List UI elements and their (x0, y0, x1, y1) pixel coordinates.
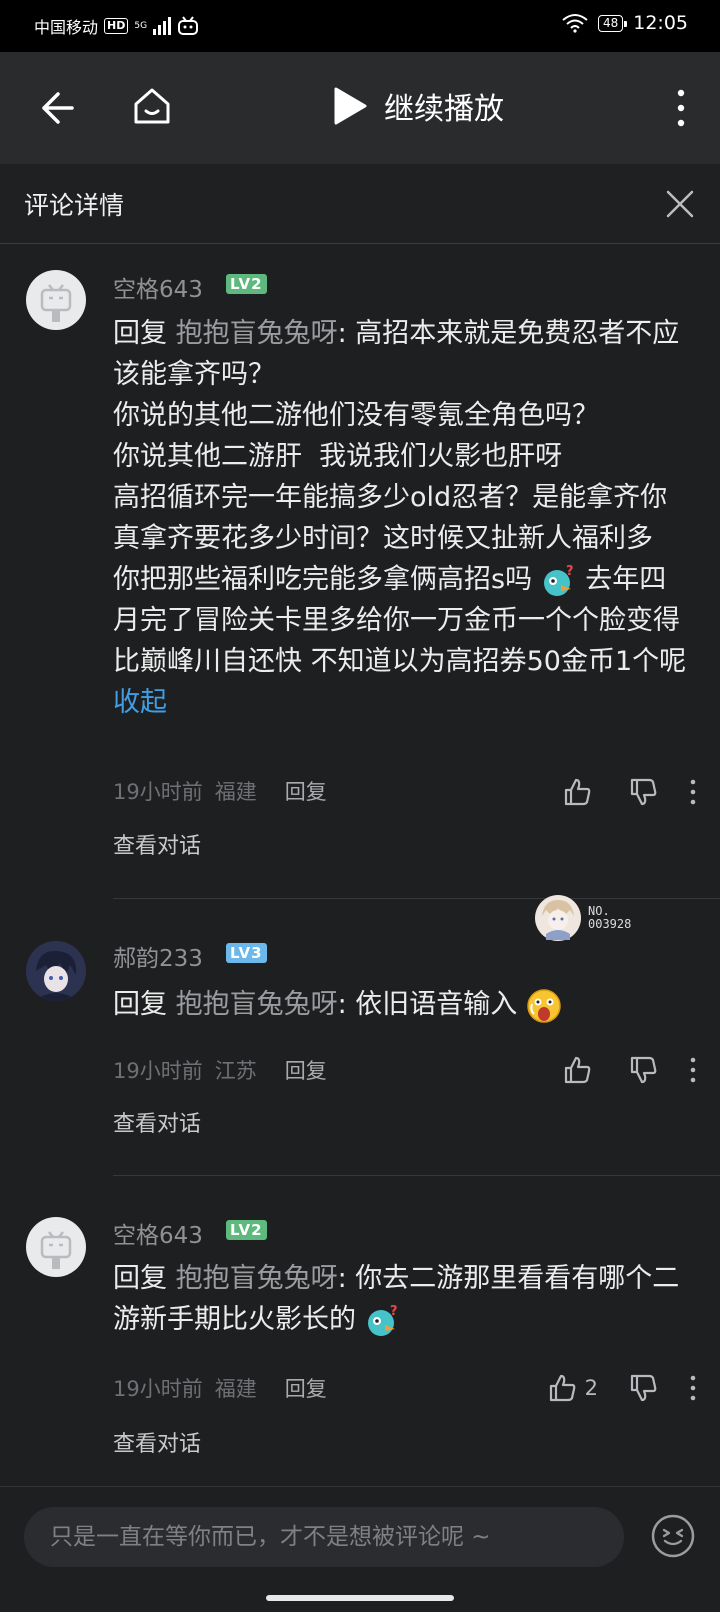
avatar[interactable] (26, 270, 86, 330)
reply-to-user[interactable]: 抱抱盲兔兔呀 (176, 318, 338, 349)
thumbs-down-icon[interactable] (628, 1373, 658, 1403)
signal-icon (153, 17, 172, 35)
resume-playback-button[interactable]: 继续播放 (332, 84, 504, 128)
reply-prefix: 回复 (113, 989, 167, 1020)
home-icon[interactable] (130, 84, 174, 128)
comment-input[interactable]: 只是一直在等你而已，才不是想被评论呢 ~ (24, 1507, 624, 1567)
anime-avatar-icon (26, 941, 86, 1001)
view-conversation-link[interactable]: 查看对话 (113, 828, 201, 860)
play-icon (334, 87, 367, 125)
more-vertical-icon[interactable] (674, 88, 688, 128)
gesture-home-bar[interactable] (266, 1595, 454, 1601)
view-conversation-link[interactable]: 查看对话 (113, 1426, 201, 1458)
thumbs-up-icon[interactable] (562, 777, 592, 807)
comment-actions (562, 1055, 698, 1085)
wifi-icon (562, 14, 588, 33)
comment-meta: 19小时前 福建 回复 (113, 776, 327, 806)
fan-badge[interactable]: NO. 003928 (534, 894, 631, 942)
top-bar: 继续播放 (0, 52, 720, 164)
more-vertical-icon[interactable] (688, 1373, 698, 1403)
comment-detail-header: 评论详情 (0, 164, 720, 244)
comment-meta: 19小时前 福建 回复 (113, 1373, 327, 1403)
comment-actions (562, 777, 698, 807)
comment-actions: 2 (547, 1373, 698, 1403)
status-bar: 中国移动 HD 5G 48 12:05 (0, 0, 720, 52)
divider (113, 1175, 720, 1176)
thumbs-up-icon[interactable] (547, 1373, 577, 1403)
battery-icon: 48 (597, 14, 628, 32)
reply-button[interactable]: 回复 (285, 1373, 327, 1403)
svg-text:?: ? (390, 1304, 398, 1319)
comment-text: 回复 抱抱盲兔兔呀: 依旧语音输入 (113, 984, 693, 1025)
app-notification-icon (178, 16, 199, 35)
comment-meta: 19小时前 江苏 回复 (113, 1055, 327, 1085)
comment-text: 回复 抱抱盲兔兔呀: 高招本来就是免费忍者不应该能拿齐吗？ 你说的其他二游他们没… (113, 313, 693, 723)
level-badge: LV2 (226, 1220, 267, 1240)
svg-text:?: ? (566, 564, 574, 579)
comment-text-part: : 高招本来就是免费忍者不应该能拿齐吗？ 你说的其他二游他们没有零氪全角色吗？ … (113, 318, 680, 595)
reply-button[interactable]: 回复 (285, 776, 327, 806)
level-badge: LV3 (226, 943, 267, 963)
emoji-picker-icon[interactable] (650, 1513, 696, 1559)
network-label: 5G (134, 21, 148, 31)
default-avatar-icon (40, 284, 72, 322)
view-conversation-link[interactable]: 查看对话 (113, 1106, 201, 1138)
collapse-link[interactable]: 收起 (113, 687, 167, 718)
clock: 12:05 (633, 12, 688, 34)
comment-time: 19小时前 (113, 780, 203, 804)
comment-text-part: : 依旧语音输入 (337, 989, 518, 1020)
avatar[interactable] (26, 941, 86, 1001)
comment-location: 福建 (214, 780, 257, 804)
carrier-label: 中国移动 (34, 18, 99, 37)
resume-label: 继续播放 (384, 92, 504, 127)
bird-question-emoji-icon: ? (367, 1304, 398, 1336)
reply-to-user[interactable]: 抱抱盲兔兔呀 (176, 1263, 338, 1294)
username[interactable]: 空格643 (113, 270, 203, 304)
username[interactable]: 郝韵233 (113, 939, 203, 973)
thumbs-down-icon[interactable] (628, 777, 658, 807)
more-vertical-icon[interactable] (688, 1055, 698, 1085)
reply-button[interactable]: 回复 (285, 1055, 327, 1085)
comment-location: 福建 (214, 1377, 257, 1401)
shocked-face-emoji-icon (527, 988, 561, 1023)
page-title: 评论详情 (24, 191, 125, 220)
comment-time: 19小时前 (113, 1059, 203, 1083)
reply-prefix: 回复 (113, 318, 167, 349)
avatar[interactable] (26, 1217, 86, 1277)
close-icon[interactable] (660, 184, 700, 224)
thumbs-down-icon[interactable] (628, 1055, 658, 1085)
comment-input-bar: 只是一直在等你而已，才不是想被评论呢 ~ (0, 1486, 720, 1612)
like-count: 2 (584, 1376, 598, 1400)
reply-prefix: 回复 (113, 1263, 167, 1294)
more-vertical-icon[interactable] (688, 777, 698, 807)
comment-time: 19小时前 (113, 1377, 203, 1401)
default-avatar-icon (40, 1231, 72, 1269)
fan-badge-avatar-icon (535, 895, 581, 941)
username[interactable]: 空格643 (113, 1216, 203, 1250)
hd-icon: HD (104, 18, 129, 34)
reply-to-user[interactable]: 抱抱盲兔兔呀 (176, 989, 338, 1020)
level-badge: LV2 (226, 274, 267, 294)
back-arrow-icon[interactable] (36, 88, 76, 128)
fan-badge-number: NO. 003928 (588, 904, 632, 931)
comment-location: 江苏 (214, 1059, 257, 1083)
comment-text: 回复 抱抱盲兔兔呀: 你去二游那里看看有哪个二游新手期比火影长的 ? (113, 1258, 693, 1340)
bird-question-emoji-icon: ? (543, 564, 574, 596)
thumbs-up-icon[interactable] (562, 1055, 592, 1085)
